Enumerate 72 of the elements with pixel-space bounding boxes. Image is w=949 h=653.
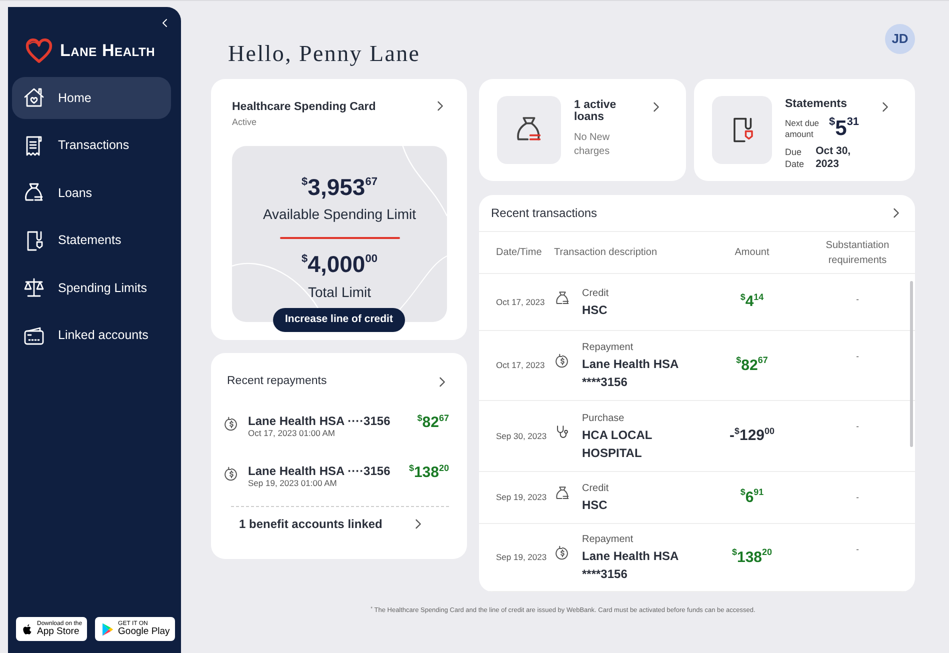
stethoscope-icon — [554, 424, 571, 440]
linked-accounts-link[interactable]: 1 benefit accounts linked — [239, 514, 382, 533]
due-date-label: Due Date — [785, 146, 806, 171]
sidebar-item[interactable]: Statements — [12, 220, 171, 262]
column-header: Transaction description — [554, 246, 658, 260]
table-cell: - — [856, 492, 859, 502]
transaction-type: Repayment — [582, 533, 634, 547]
amount-label: Available Spending Limit — [262, 205, 418, 224]
table-cell-text: Sep 30, 2023 — [496, 430, 548, 442]
repayment-name: Lane Health HSA ····3156 — [248, 413, 392, 430]
money-bag-icon — [554, 290, 571, 306]
transaction-description: HSC — [582, 302, 608, 318]
dollar-cycle-icon — [223, 416, 240, 434]
column-header: Date/Time — [496, 246, 543, 260]
card-title: Recent repayments — [227, 374, 327, 389]
total-amount: $^{$}$4,000$^{00}$ — [302, 251, 378, 278]
repayment-date: Sep 19, 2023 01:00 AM — [248, 477, 338, 490]
table-cell: - — [856, 544, 859, 554]
table-cell: - — [856, 421, 859, 431]
table-cell: - — [856, 351, 859, 361]
amount: -$^{$}$129$^{00}$ — [729, 427, 775, 444]
sidebar-item[interactable]: Linked accounts — [12, 314, 171, 356]
available-amount: $^{$}$3,953$^{67}$ — [302, 174, 378, 200]
amount-label: Total Limit — [306, 282, 372, 302]
card-title: Healthcare Spending Card — [232, 100, 376, 115]
dollar-cycle-icon — [554, 353, 571, 370]
column-header: Amount — [734, 246, 770, 260]
money-bag-icon — [554, 485, 571, 502]
column-header: Substantiation requirements — [824, 238, 890, 268]
transaction-type: Repayment — [582, 341, 634, 355]
transaction-type: Credit — [582, 286, 610, 300]
due-amount: $^{$}$5$^{31}$ — [829, 115, 860, 142]
card-title: Recent transactions — [491, 205, 598, 222]
sidebar-item[interactable]: Spending Limits — [12, 267, 171, 309]
status-text: Active — [232, 116, 258, 130]
sidebar-item[interactable]: Transactions — [12, 124, 171, 166]
transaction-description: Lane Health HSA ****3156 — [582, 548, 680, 583]
transaction-description: HSC — [582, 497, 608, 514]
repayment-name: Lane Health HSA ····3156 — [248, 463, 392, 480]
loans-title: 1 active loans — [574, 100, 618, 123]
table-cell: - — [856, 294, 859, 304]
increase-credit-button[interactable]: Increase line of credit — [273, 308, 405, 332]
amount: $^{$}$138$^{20}$ — [732, 548, 772, 566]
heart-logo-icon — [24, 37, 54, 65]
transaction-description: HCA LOCAL HOSPITAL — [582, 426, 653, 462]
amount: $^{$}$82$^{67}$ — [736, 356, 768, 374]
dollar-cycle-icon — [223, 466, 240, 483]
scrollbar-thumb[interactable] — [910, 281, 913, 447]
table-cell-text: Oct 17, 2023 — [496, 296, 546, 308]
avatar[interactable]: JD — [885, 24, 915, 54]
transaction-description: Lane Health HSA ****3156 — [582, 356, 680, 391]
statements-title: Statements — [785, 97, 848, 112]
sidebar-item[interactable]: Home — [12, 77, 171, 119]
transaction-type: Credit — [582, 482, 610, 496]
due-date: Oct 30, 2023 — [816, 144, 852, 172]
play-triangle-icon — [100, 622, 116, 636]
table-cell-text: Sep 19, 2023 — [496, 491, 548, 504]
dollar-cycle-icon — [554, 545, 571, 562]
sidebar-item[interactable]: Loans — [12, 172, 171, 214]
greeting: Hello, Penny Lane — [228, 41, 422, 68]
amount: $^{$}$138$^{20}$ — [408, 462, 449, 483]
amount: $^{$}$4$^{14}$ — [740, 293, 764, 310]
table-cell-text: Sep 19, 2023 — [496, 551, 548, 564]
repayment-date: Oct 17, 2023 01:00 AM — [248, 427, 336, 440]
amount: $^{$}$82$^{67}$ — [417, 412, 449, 434]
apple-icon — [21, 622, 34, 636]
loans-subtitle: No New charges — [574, 131, 611, 159]
amount: $^{$}$6$^{91}$ — [740, 488, 764, 506]
table-cell-text: Oct 17, 2023 — [496, 359, 546, 372]
due-amount-label: Next due amount — [785, 118, 820, 140]
brand-name: Lane Health — [60, 40, 156, 62]
transaction-type: Purchase — [582, 412, 626, 426]
